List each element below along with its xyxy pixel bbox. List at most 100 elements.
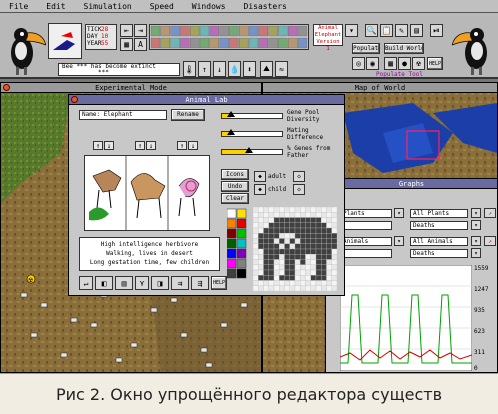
palette-swatch[interactable]: [227, 238, 237, 249]
creature-marker[interactable]: [220, 322, 228, 328]
editor-pixel[interactable]: [315, 285, 322, 291]
species-slot[interactable]: [287, 37, 298, 49]
editor-pixel[interactable]: [273, 217, 280, 223]
editor-pixel[interactable]: [310, 217, 317, 223]
all-toggle-button[interactable]: A: [134, 38, 147, 51]
editor-pixel[interactable]: [258, 248, 264, 255]
editor-pixel[interactable]: [294, 264, 301, 271]
graph1-right-metric[interactable]: Deaths: [410, 221, 468, 230]
editor-pixel[interactable]: [310, 254, 317, 260]
editor-pixel[interactable]: [289, 227, 296, 234]
graph1-right-dropdown[interactable]: ▾: [471, 208, 481, 218]
editor-pixel[interactable]: [305, 269, 311, 276]
editor-pixel[interactable]: [273, 207, 280, 213]
menu-disasters[interactable]: Disasters: [235, 2, 296, 11]
editor-pixel[interactable]: [284, 243, 290, 250]
editor-pixel[interactable]: [289, 243, 296, 250]
editor-pixel[interactable]: [310, 233, 317, 239]
editor-pixel[interactable]: [321, 217, 327, 223]
editor-pixel[interactable]: [258, 259, 264, 265]
species-slot[interactable]: [150, 25, 161, 37]
editor-pixel[interactable]: [305, 238, 311, 244]
editor-pixel[interactable]: [268, 259, 275, 265]
editor-pixel[interactable]: [305, 217, 311, 223]
editor-pixel[interactable]: [253, 243, 259, 250]
graph2-right-type[interactable]: All Animals: [410, 237, 468, 246]
editor-pixel[interactable]: [258, 217, 264, 223]
body-prev-button[interactable]: ↑: [135, 141, 145, 150]
graph1-metric-dropdown[interactable]: ▾: [471, 220, 481, 230]
editor-pixel[interactable]: [305, 207, 311, 213]
slider-thumb-2[interactable]: [245, 147, 253, 153]
graph1-metric-select[interactable]: [340, 221, 392, 230]
menu-edit[interactable]: Edit: [37, 2, 74, 11]
editor-pixel[interactable]: [258, 233, 264, 239]
editor-pixel[interactable]: [253, 259, 259, 265]
tool-radiation[interactable]: ☢: [412, 57, 425, 70]
editor-pixel[interactable]: [310, 248, 317, 255]
editor-pixel[interactable]: [279, 248, 285, 255]
species-slot[interactable]: [170, 25, 180, 37]
editor-pixel[interactable]: [326, 233, 332, 239]
graph2-metric-select[interactable]: [340, 249, 392, 258]
editor-pixel[interactable]: [258, 280, 264, 286]
editor-pixel[interactable]: [294, 217, 301, 223]
editor-pixel[interactable]: [294, 280, 301, 286]
editor-pixel[interactable]: [300, 254, 306, 260]
graph2-type-select[interactable]: Animals: [340, 237, 392, 246]
palette-swatch[interactable]: [227, 248, 237, 259]
editor-pixel[interactable]: [315, 207, 322, 213]
editor-pixel[interactable]: [279, 222, 285, 229]
palette-swatch[interactable]: [227, 258, 237, 269]
editor-pixel[interactable]: [305, 233, 311, 239]
editor-pixel[interactable]: [253, 254, 259, 260]
editor-pixel[interactable]: [305, 259, 311, 265]
graph1-type-dropdown[interactable]: ▾: [394, 208, 404, 218]
editor-pixel[interactable]: [258, 227, 264, 234]
editor-pixel[interactable]: [258, 254, 264, 260]
editor-pixel[interactable]: [321, 248, 327, 255]
editor-pixel[interactable]: [268, 212, 275, 218]
color-palette[interactable]: [227, 207, 247, 291]
creature-marker[interactable]: [90, 322, 98, 328]
child-icon-edit[interactable]: ◇: [293, 184, 305, 195]
help-button-toolbar[interactable]: HELP: [427, 57, 443, 70]
editor-pixel[interactable]: [294, 212, 301, 218]
editor-pixel[interactable]: [300, 238, 306, 244]
editor-pixel[interactable]: [310, 207, 317, 213]
icon-pixel-editor[interactable]: [253, 207, 337, 291]
editor-pixel[interactable]: [258, 269, 264, 276]
species-slot[interactable]: [248, 37, 259, 49]
editor-pixel[interactable]: [310, 259, 317, 265]
editor-pixel[interactable]: [284, 248, 290, 255]
editor-pixel[interactable]: [321, 264, 327, 271]
head-prev-button[interactable]: ↑: [93, 141, 103, 150]
creature-marker[interactable]: [30, 332, 38, 338]
editor-pixel[interactable]: [300, 269, 306, 276]
editor-pixel[interactable]: [289, 275, 296, 281]
editor-pixel[interactable]: [258, 207, 264, 213]
editor-pixel[interactable]: [326, 243, 332, 250]
editor-pixel[interactable]: [258, 285, 264, 291]
editor-pixel[interactable]: [331, 238, 337, 244]
editor-pixel[interactable]: [310, 238, 317, 244]
editor-pixel[interactable]: [273, 269, 280, 276]
palette-swatch[interactable]: [236, 268, 247, 279]
editor-pixel[interactable]: [284, 280, 290, 286]
editor-pixel[interactable]: [300, 222, 306, 229]
editor-pixel[interactable]: [268, 222, 275, 229]
tool-raise[interactable]: ↑: [198, 61, 211, 77]
tail-swap-icon[interactable]: ◨: [151, 276, 169, 290]
build-world-button[interactable]: Build World: [384, 43, 424, 54]
species-slot[interactable]: [229, 25, 239, 37]
editor-pixel[interactable]: [284, 222, 290, 229]
editor-pixel[interactable]: [273, 212, 280, 218]
species-slot[interactable]: [238, 37, 249, 49]
editor-pixel[interactable]: [268, 233, 275, 239]
slider-track-0[interactable]: [221, 111, 283, 119]
edit-icon[interactable]: ✎: [395, 24, 408, 37]
editor-pixel[interactable]: [326, 217, 332, 223]
species-slot[interactable]: [287, 25, 298, 37]
editor-pixel[interactable]: [263, 217, 269, 223]
adult-icon-toggle[interactable]: ◆: [254, 171, 266, 182]
